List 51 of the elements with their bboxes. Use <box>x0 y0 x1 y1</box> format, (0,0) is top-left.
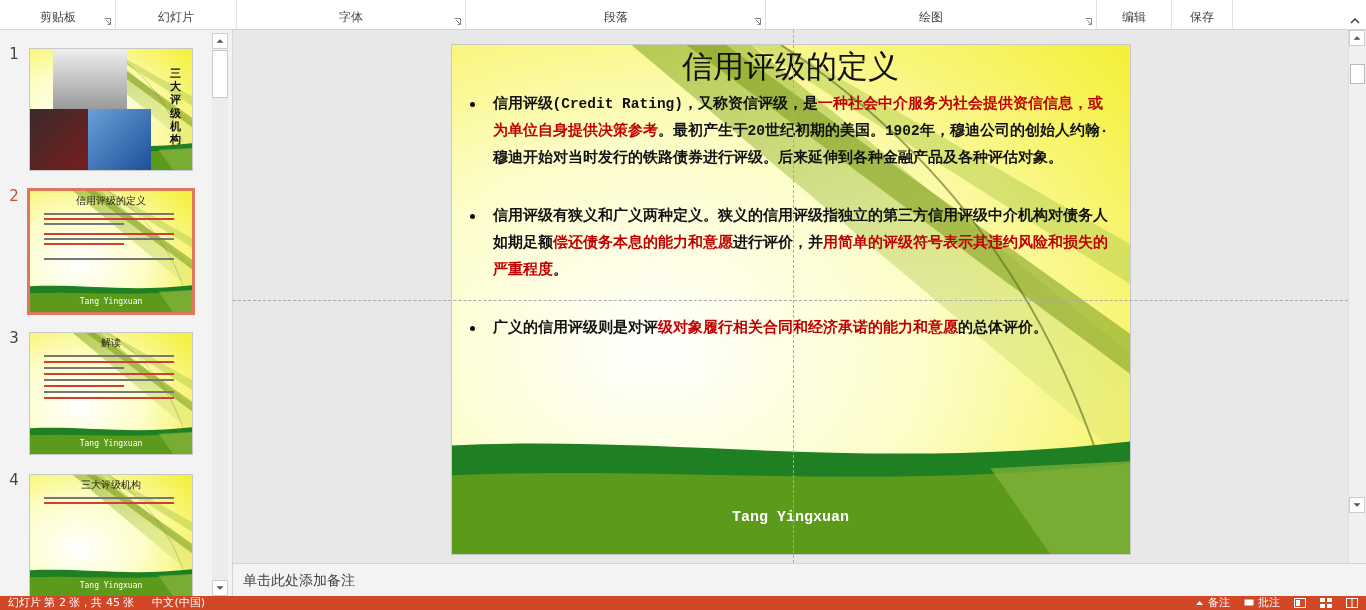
slide-sorter-icon[interactable] <box>1320 598 1332 608</box>
slide-title: 信用评级的定义 <box>681 47 900 85</box>
slide-footer: Tang Yingxuan <box>451 509 1130 526</box>
slide-number: 4 <box>8 471 20 489</box>
thumbnail-footer: Tang Yingxuan <box>30 439 192 448</box>
comment-icon <box>1244 598 1254 608</box>
group-label: 编辑 <box>1122 9 1146 26</box>
thumbnail-title: 三大评级机构 <box>170 67 181 147</box>
thumbnail-footer: Tang Yingxuan <box>30 297 192 306</box>
slide-thumbnail[interactable]: 三大评级机构 Tang Yingxuan <box>29 474 193 596</box>
scroll-down-icon[interactable] <box>1349 497 1365 513</box>
thumbnail-title: 信用评级的定义 <box>75 194 147 208</box>
photo-placeholder <box>30 109 88 170</box>
bullet-icon <box>469 214 475 219</box>
thumbnail-footer: Tang Yingxuan <box>30 581 192 590</box>
slide-thumbnail[interactable]: 解读 Tang Yingxuan <box>29 332 193 455</box>
group-label: 保存 <box>1190 9 1214 26</box>
dialog-launcher-icon[interactable] <box>454 18 461 25</box>
group-label: 字体 <box>339 9 363 26</box>
normal-view-icon[interactable] <box>1294 598 1306 608</box>
language-indicator[interactable]: 中文(中国) <box>152 596 206 610</box>
collapse-ribbon-icon[interactable] <box>1350 18 1360 24</box>
dialog-launcher-icon[interactable] <box>754 18 761 25</box>
slide-number: 2 <box>8 187 20 205</box>
thumbnail-title: 三大评级机构 <box>80 478 142 492</box>
dialog-launcher-icon[interactable] <box>1085 18 1092 25</box>
scrollbar-thumb[interactable] <box>1350 64 1365 84</box>
notes-field[interactable]: 单击此处添加备注 <box>243 572 643 588</box>
group-label: 剪贴板 <box>39 9 76 26</box>
group-label: 绘图 <box>919 9 943 26</box>
bullet-icon <box>469 326 475 331</box>
bullet-text: 广义的信用评级则是对评级对象履行相关合同和经济承诺的能力和意愿的总体评价。 <box>492 318 1048 338</box>
group-label: 段落 <box>603 9 628 26</box>
slide-number: 1 <box>8 45 20 63</box>
slide-info: 幻灯片 第 2 张，共 45 张 <box>8 596 135 610</box>
slide-thumbnail[interactable]: 三大评级机构 <box>29 48 193 171</box>
slide-thumbnail[interactable]: 信用评级的定义 Tang Yingxuan <box>27 188 195 315</box>
bullet-text: 信用评级有狭义和广义两种定义。狭义的信用评级指独立的第三方信用评级中介机构对债务人如期足额偿还债务本息的能力和意愿进行评价，并用简单的评级符号表示其违约风险和损失的严重程度。 <box>492 206 1109 280</box>
notes-button[interactable]: 备注 <box>1195 596 1230 610</box>
comments-button[interactable]: 批注 <box>1244 596 1280 610</box>
scrollbar-thumb[interactable] <box>212 50 228 98</box>
dialog-launcher-icon[interactable] <box>104 18 111 25</box>
scroll-down-icon[interactable] <box>212 580 228 596</box>
thumbnail-title: 解读 <box>100 336 122 350</box>
scroll-up-icon[interactable] <box>1349 30 1365 46</box>
slide-number: 3 <box>8 329 20 347</box>
scroll-up-icon[interactable] <box>212 33 228 49</box>
group-label: 幻灯片 <box>158 9 194 26</box>
bullet-icon <box>469 102 475 107</box>
photo-placeholder <box>88 109 151 170</box>
reading-view-icon[interactable] <box>1346 598 1358 608</box>
